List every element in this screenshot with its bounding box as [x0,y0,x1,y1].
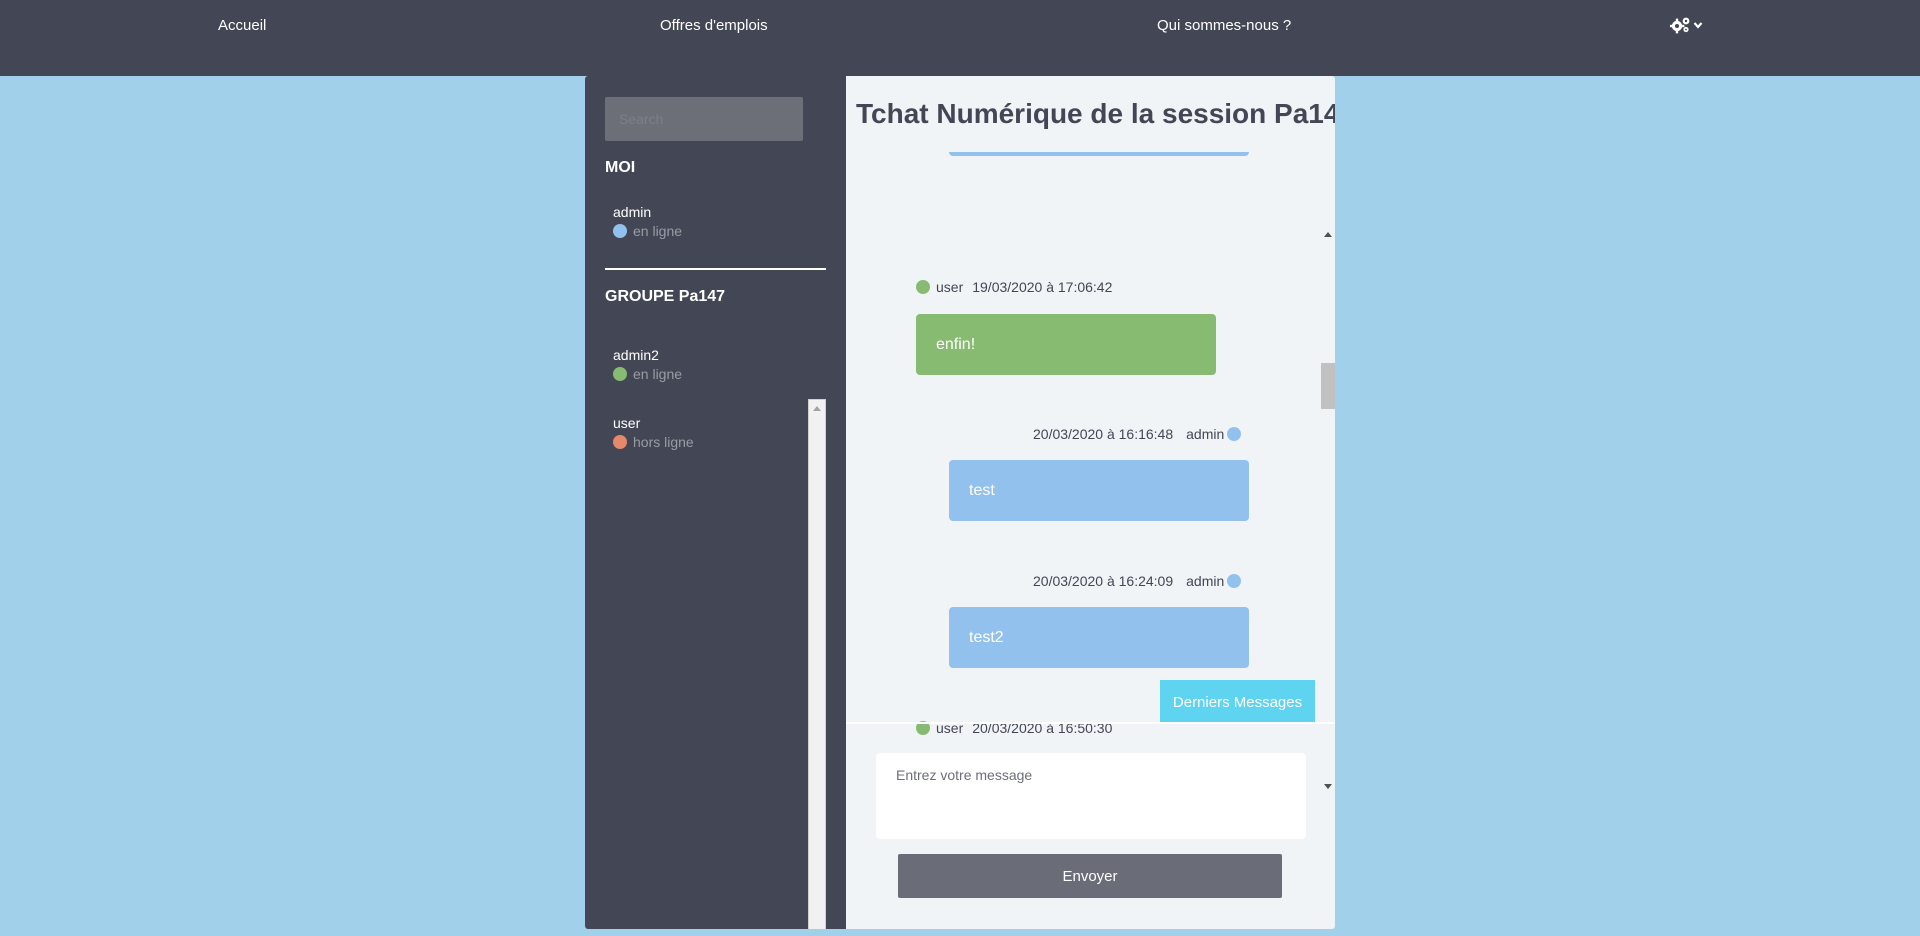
chat-panel: MOI admin en ligne GROUPE Pa147 admin2 e… [585,76,1335,929]
message-timestamp: 20/03/2020 à 16:24:09 [1033,573,1174,589]
user-name: user [613,415,641,431]
send-button[interactable]: Envoyer [898,854,1282,898]
user-status: en ligne [613,366,682,382]
chevron-down-icon [1693,20,1703,30]
status-dot-icon [1227,574,1242,588]
gears-icon [1670,16,1692,34]
status-label: en ligne [633,366,683,382]
settings-dropdown[interactable] [1670,14,1704,36]
sidebar: MOI admin en ligne GROUPE Pa147 admin2 e… [585,76,846,929]
group-member-entry[interactable]: admin2 en ligne [613,346,682,382]
nav-link-offres-emplois[interactable]: Offres d'emplois [660,17,768,34]
user-name: admin [613,204,652,220]
message-meta: 20/03/2020 à 16:24:09 admin [1033,573,1242,589]
status-dot-icon [613,224,627,238]
search-input[interactable] [605,97,803,141]
message-bubble: enfin! [916,314,1216,375]
latest-messages-button[interactable]: Derniers Messages [1160,680,1315,724]
status-dot-icon [1227,427,1242,441]
message-bubble: test [949,460,1249,521]
message-timestamp: 19/03/2020 à 17:06:42 [972,279,1113,295]
group-section-title: GROUPE Pa147 [605,288,726,305]
sidebar-divider [605,268,826,270]
message-author: user [936,279,964,295]
status-label: hors ligne [633,434,694,450]
nav-link-accueil[interactable]: Accueil [218,17,266,34]
user-name: admin2 [613,347,659,363]
user-status: en ligne [613,223,682,239]
message-author: admin [1186,573,1225,589]
chat-title: Tchat Numérique de la session Pa147 [856,98,1335,129]
scroll-up-arrow-icon[interactable] [1324,232,1332,237]
group-member-entry[interactable]: user hors ligne [613,414,694,450]
scroll-down-arrow-icon[interactable] [1324,784,1332,789]
message-bubble-partial [949,152,1249,156]
group-list-scrollbar[interactable] [808,399,826,929]
message-input[interactable] [876,753,1306,839]
message-timestamp: 20/03/2020 à 16:16:48 [1033,426,1174,442]
user-status: hors ligne [613,434,694,450]
message-meta: user 19/03/2020 à 17:06:42 [916,279,1112,295]
scroll-up-arrow-icon[interactable] [813,406,821,411]
compose-divider [846,722,1335,724]
message-meta: 20/03/2020 à 16:16:48 admin [1033,426,1242,442]
status-label: en ligne [633,223,683,239]
message-list-scrollbar[interactable] [1317,152,1335,797]
status-dot-icon [613,435,627,449]
status-dot-icon [916,280,930,294]
message-author: admin [1186,426,1225,442]
nav-link-qui-sommes-nous[interactable]: Qui sommes-nous ? [1157,17,1291,34]
top-navbar: Accueil Offres d'emplois Qui sommes-nous… [0,0,1920,76]
me-section-title: MOI [605,159,636,176]
message-bubble: test2 [949,607,1249,668]
me-user-entry[interactable]: admin en ligne [613,203,682,239]
chat-main: Tchat Numérique de la session Pa147 user… [846,76,1335,929]
scrollbar-thumb[interactable] [1321,363,1335,409]
status-dot-icon [613,367,627,381]
